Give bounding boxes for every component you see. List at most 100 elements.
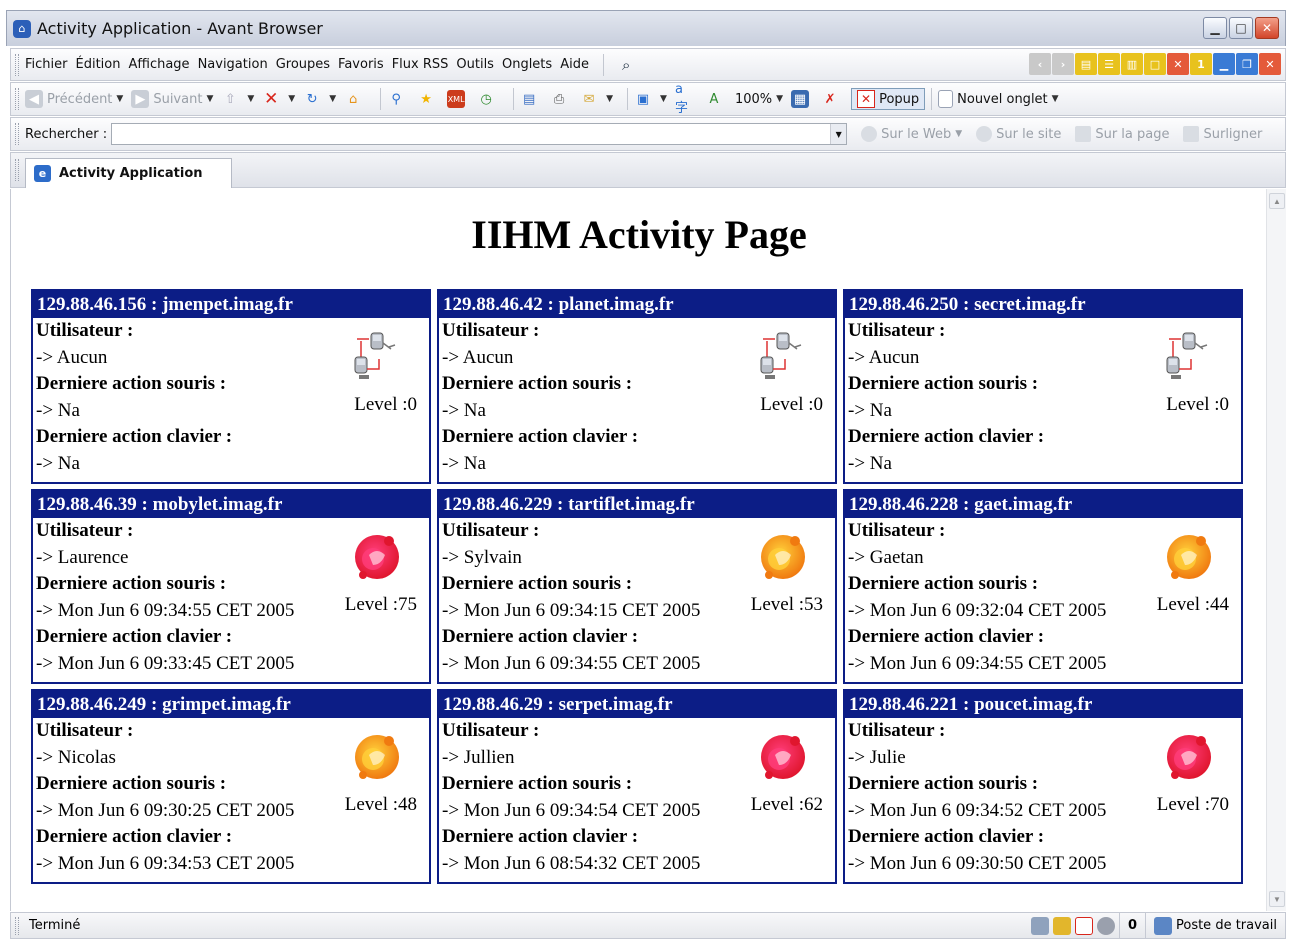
machine-header: 129.88.46.39 : mobylet.imag.fr — [33, 491, 429, 518]
up-button[interactable]: ⇧ ▼ — [221, 90, 254, 108]
forward-arrow-icon: ▶ — [131, 90, 150, 108]
menu-groupes[interactable]: Groupes — [276, 57, 336, 72]
search-button[interactable]: ⚲ — [387, 90, 409, 108]
next-tab-button[interactable]: › — [1052, 53, 1074, 75]
menu-flux-rss[interactable]: Flux RSS — [392, 57, 455, 72]
site-search-icon — [976, 126, 993, 142]
image-toggle-button[interactable]: ▦ — [791, 90, 813, 108]
toolbar-grip[interactable] — [15, 159, 19, 181]
machine-card: 129.88.46.156 : jmenpet.imag.fr Utilisate… — [31, 289, 431, 484]
new-tab-button[interactable]: Nouvel onglet ▼ — [938, 90, 1059, 108]
search-site-button[interactable]: Sur le site — [976, 126, 1061, 142]
machine-card: 129.88.46.42 : planet.imag.fr Utilisateur… — [437, 289, 837, 484]
machine-card: 129.88.46.250 : secret.imag.fr Utilisateu… — [843, 289, 1243, 484]
lock-icon[interactable] — [1052, 916, 1071, 935]
tile-vertical-icon[interactable]: ▥ — [1121, 53, 1143, 75]
history-button[interactable]: ◷ — [477, 90, 499, 108]
prev-tab-button[interactable]: ‹ — [1029, 53, 1051, 75]
cascade-icon[interactable]: ▤ — [1075, 53, 1097, 75]
zone-label: Poste de travail — [1175, 918, 1277, 933]
scroll-up-icon[interactable]: ▲ — [1269, 193, 1285, 209]
printer-icon: ⎙ — [553, 91, 565, 107]
keyboard-action-value: -> Na — [442, 452, 486, 474]
keyboard-action-value: -> Mon Jun 6 09:34:55 CET 2005 — [442, 652, 701, 674]
font-size-icon: A — [709, 91, 719, 107]
search-dropdown-icon[interactable]: ▼ — [830, 124, 847, 144]
favorites-button[interactable]: ★ — [417, 90, 439, 108]
machine-header: 129.88.46.29 : serpet.imag.fr — [439, 691, 835, 718]
popup-blocker-button[interactable]: ✕ Popup — [851, 88, 926, 110]
menu-aide[interactable]: Aide — [560, 57, 595, 72]
network-icon[interactable] — [1030, 916, 1049, 935]
security-zone: Poste de travail — [1144, 913, 1285, 938]
keyboard-action-label: Derniere action clavier : — [848, 826, 1045, 847]
vertical-scrollbar[interactable]: ▲ ▼ — [1266, 189, 1286, 911]
machine-header: 129.88.46.229 : tartiflet.imag.fr — [439, 491, 835, 518]
toolbar-grip[interactable] — [15, 88, 19, 110]
keyboard-action-label: Derniere action clavier : — [36, 626, 233, 647]
activity-level: Level :70 — [1156, 794, 1229, 815]
stop-button[interactable]: ✕ ▼ — [262, 89, 295, 109]
refresh-button[interactable]: ↻ ▼ — [303, 90, 336, 108]
tab-restore-icon[interactable]: ❐ — [1236, 53, 1258, 75]
tab-minimize-icon[interactable]: ▁ — [1213, 53, 1235, 75]
avant-browser-icon: ⌂ — [13, 19, 31, 38]
stop-icon: ✕ — [264, 89, 279, 109]
forward-button[interactable]: ▶ Suivant ▼ — [131, 90, 213, 108]
toolbar-grip[interactable] — [15, 53, 19, 76]
close-all-icon[interactable]: ✕ — [1167, 53, 1189, 75]
menu-affichage[interactable]: Affichage — [128, 57, 195, 72]
menu-fichier[interactable]: Fichier — [25, 57, 74, 72]
back-button[interactable]: ◀ Précédent ▼ — [25, 90, 123, 108]
rss-button[interactable]: XML — [447, 90, 469, 108]
translate-button[interactable]: a字 — [675, 82, 697, 116]
window-title: Activity Application - Avant Browser — [37, 19, 323, 38]
machine-header: 129.88.46.42 : planet.imag.fr — [439, 291, 835, 318]
search-web-button[interactable]: Sur le Web ▼ — [861, 126, 962, 142]
single-mode-icon[interactable]: 1 — [1190, 53, 1212, 75]
maximize-button[interactable]: □ — [1229, 17, 1253, 39]
flash-block-button[interactable]: ✗ — [821, 90, 843, 108]
zoom-select[interactable]: 100% ▼ — [735, 92, 783, 107]
new-page-icon — [938, 90, 954, 108]
tab-close-icon[interactable]: ✕ — [1259, 53, 1281, 75]
activity-blob-icon — [757, 729, 809, 785]
page-title: IIHM Activity Page — [471, 212, 807, 257]
machine-grid: 129.88.46.156 : jmenpet.imag.fr Utilisate… — [31, 289, 1243, 884]
toolbar-grip[interactable] — [15, 123, 19, 145]
search-web-label: Sur le Web — [881, 126, 952, 142]
print-button[interactable]: ⎙ — [550, 90, 572, 108]
highlight-button[interactable]: Surligner — [1183, 126, 1262, 142]
popup-status-icon[interactable] — [1074, 916, 1093, 935]
search-input[interactable]: ▼ — [111, 123, 848, 145]
scroll-down-icon[interactable]: ▼ — [1269, 891, 1285, 907]
mail-button[interactable]: ✉ ▼ — [580, 90, 613, 108]
search-page-button[interactable]: Sur la page — [1075, 126, 1169, 142]
idle-network-icon — [351, 329, 403, 385]
single-window-icon[interactable]: □ — [1144, 53, 1166, 75]
binoculars-icon[interactable]: ⌕ — [622, 56, 630, 74]
computer-icon — [1153, 916, 1172, 935]
tab-activity-application[interactable]: e Activity Application — [25, 157, 232, 188]
menu-navigation[interactable]: Navigation — [198, 57, 274, 72]
activity-level: Level :75 — [344, 594, 417, 615]
close-button[interactable]: ✕ — [1255, 17, 1279, 39]
star-icon: ★ — [420, 91, 432, 107]
keyboard-action-label: Derniere action clavier : — [848, 626, 1045, 647]
page-search-icon — [1075, 126, 1092, 142]
menu-onglets[interactable]: Onglets — [502, 57, 558, 72]
menu-outils[interactable]: Outils — [456, 57, 500, 72]
idle-network-icon — [757, 329, 809, 385]
edit-button[interactable]: ▤ — [520, 90, 542, 108]
toolbar-grip[interactable] — [15, 916, 19, 935]
search-label: Rechercher : — [25, 126, 108, 142]
tile-horizontal-icon[interactable]: ☰ — [1098, 53, 1120, 75]
font-size-button[interactable]: A — [705, 90, 727, 108]
status-text: Terminé — [29, 918, 81, 933]
home-button[interactable]: ⌂ — [344, 90, 366, 108]
menu-favoris[interactable]: Favoris — [338, 57, 390, 72]
menu-edition[interactable]: Édition — [76, 57, 127, 72]
window-button[interactable]: ▣ ▼ — [634, 90, 667, 108]
minimize-button[interactable]: ▁ — [1203, 17, 1227, 39]
tab-label: Activity Application — [59, 165, 203, 181]
